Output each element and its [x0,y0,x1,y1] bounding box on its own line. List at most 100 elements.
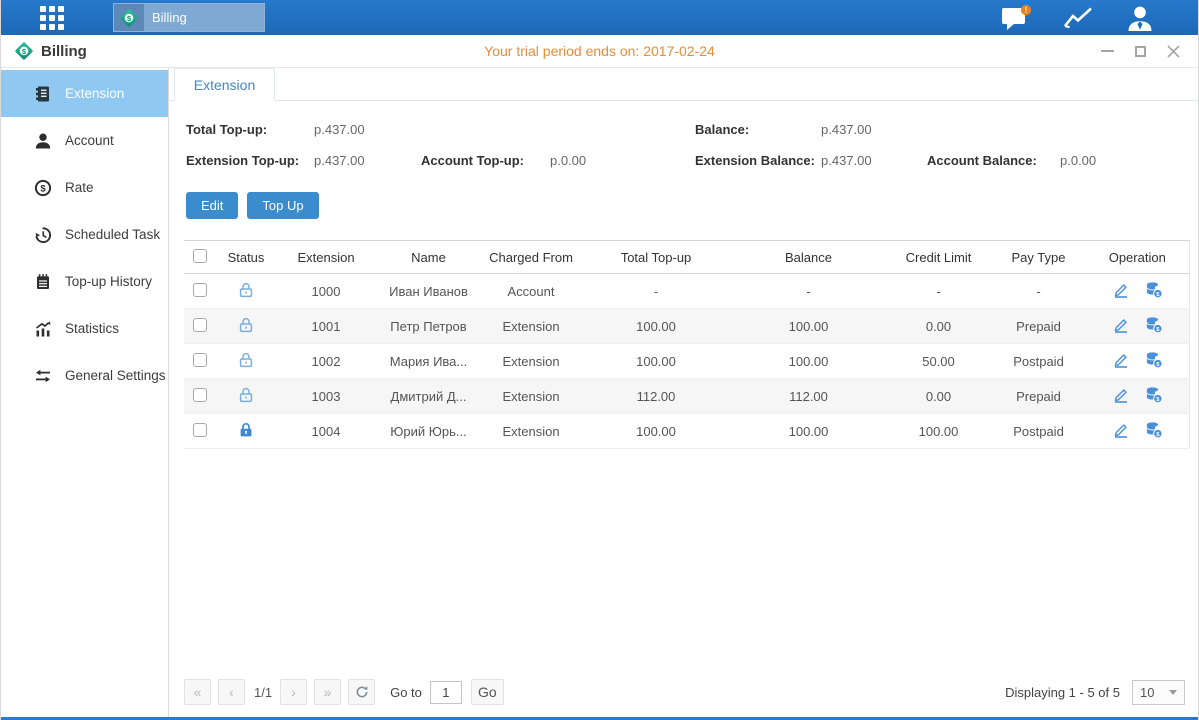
lock-status-icon[interactable] [237,386,255,404]
cell-credit-limit: 100.00 [886,414,991,449]
cell-balance: 100.00 [731,414,886,449]
apps-grid-icon[interactable] [39,5,65,31]
topup-coins-icon[interactable]: $ [1145,316,1163,334]
cell-balance: 100.00 [731,309,886,344]
row-checkbox[interactable] [193,318,207,332]
table-row[interactable]: 1004 Юрий Юрь... Extension 100.00 100.00… [184,414,1189,449]
account-balance-value: p.0.00 [1060,145,1188,176]
refresh-icon [355,685,369,699]
col-credit-limit: Credit Limit [886,241,991,274]
svg-text:$: $ [40,183,46,194]
topup-coins-icon[interactable]: $ [1145,351,1163,369]
cell-total-topup: 100.00 [581,414,731,449]
edit-icon[interactable] [1112,316,1130,334]
person-icon [34,132,52,150]
main-content: Extension Total Top-up: p.437.00 Balance… [169,68,1198,717]
edit-icon[interactable] [1112,351,1130,369]
window-title: Billing [41,43,87,60]
cell-extension: 1001 [276,309,376,344]
last-page-button[interactable]: » [314,679,341,705]
sidebar-item-scheduled-task[interactable]: Scheduled Task [1,211,168,258]
cell-pay-type: - [991,274,1086,309]
billing-app-icon: $ [114,4,144,31]
lock-status-icon[interactable] [237,316,255,334]
ledger-icon [34,85,52,103]
topup-coins-icon[interactable]: $ [1145,281,1163,299]
sidebar-label: Rate [65,180,94,195]
prev-page-button[interactable]: ‹ [218,679,245,705]
cell-total-topup: 100.00 [581,344,731,379]
dollar-coin-icon: $ [34,179,52,197]
cell-total-topup: - [581,274,731,309]
refresh-button[interactable] [348,679,375,705]
edit-icon[interactable] [1112,386,1130,404]
table-row[interactable]: 1002 Мария Ива... Extension 100.00 100.0… [184,344,1189,379]
extension-balance-value: p.437.00 [821,145,927,176]
account-topup-label: Account Top-up: [421,145,550,176]
sidebar-label: Statistics [65,321,119,336]
taskbar: $ Billing ! [1,0,1198,35]
lock-status-icon[interactable] [237,281,255,299]
tab-bar: Extension [169,68,1198,101]
extension-topup-label: Extension Top-up: [186,145,314,176]
statistics-monitor-icon[interactable] [1062,4,1094,32]
minimize-button[interactable] [1100,44,1114,58]
edit-icon[interactable] [1112,281,1130,299]
table-header-row: Status Extension Name Charged From Total… [184,241,1189,274]
top-up-button[interactable]: Top Up [247,192,318,219]
row-checkbox[interactable] [193,353,207,367]
go-button[interactable]: Go [471,679,504,705]
sidebar-label: Extension [65,86,124,101]
row-checkbox[interactable] [193,423,207,437]
cell-total-topup: 112.00 [581,379,731,414]
row-checkbox[interactable] [193,388,207,402]
first-page-button[interactable]: « [184,679,211,705]
col-status: Status [216,241,276,274]
table-row[interactable]: 1003 Дмитрий Д... Extension 112.00 112.0… [184,379,1189,414]
col-total-topup: Total Top-up [581,241,731,274]
sidebar-item-extension[interactable]: Extension [1,70,168,117]
edit-button[interactable]: Edit [186,192,238,219]
balance-label: Balance: [695,114,821,145]
sidebar-item-statistics[interactable]: Statistics [1,305,168,352]
sidebar-item-topup-history[interactable]: Top-up History [1,258,168,305]
sidebar-label: Top-up History [65,274,152,289]
cell-extension: 1003 [276,379,376,414]
cell-pay-type: Prepaid [991,309,1086,344]
account-balance-label: Account Balance: [927,145,1060,176]
tab-extension[interactable]: Extension [174,68,275,101]
sidebar-item-general-settings[interactable]: General Settings [1,352,168,399]
lock-status-icon[interactable] [237,351,255,369]
lock-status-icon[interactable] [237,421,255,439]
cell-extension: 1004 [276,414,376,449]
messages-icon[interactable]: ! [1000,4,1032,32]
next-page-button[interactable]: › [280,679,307,705]
sidebar-label: Scheduled Task [65,227,160,242]
table-row[interactable]: 1000 Иван Иванов Account - - - - $ [184,274,1189,309]
close-button[interactable] [1166,44,1180,58]
cell-balance: 112.00 [731,379,886,414]
table-row[interactable]: 1001 Петр Петров Extension 100.00 100.00… [184,309,1189,344]
notification-badge: ! [1025,5,1028,14]
topup-coins-icon[interactable]: $ [1145,421,1163,439]
titlebar: $ Billing Your trial period ends on: 201… [1,35,1198,68]
cell-balance: 100.00 [731,344,886,379]
taskbar-tab-billing[interactable]: $ Billing [113,3,265,32]
select-all-checkbox[interactable] [193,249,207,263]
pagination-bar: « ‹ 1/1 › » Go to Go Displaying 1 - 5 of… [169,679,1198,717]
col-extension: Extension [276,241,376,274]
row-checkbox[interactable] [193,283,207,297]
cell-charged-from: Extension [481,344,581,379]
svg-text:$: $ [127,13,131,22]
goto-page-input[interactable] [430,681,462,704]
sidebar-item-account[interactable]: Account [1,117,168,164]
maximize-button[interactable] [1133,44,1147,58]
user-account-icon[interactable] [1124,4,1156,32]
notebook-icon [34,273,52,291]
cell-credit-limit: 0.00 [886,309,991,344]
edit-icon[interactable] [1112,421,1130,439]
page-size-select[interactable]: 10 [1132,680,1185,705]
sidebar-item-rate[interactable]: $ Rate [1,164,168,211]
topup-coins-icon[interactable]: $ [1145,386,1163,404]
cell-pay-type: Prepaid [991,379,1086,414]
